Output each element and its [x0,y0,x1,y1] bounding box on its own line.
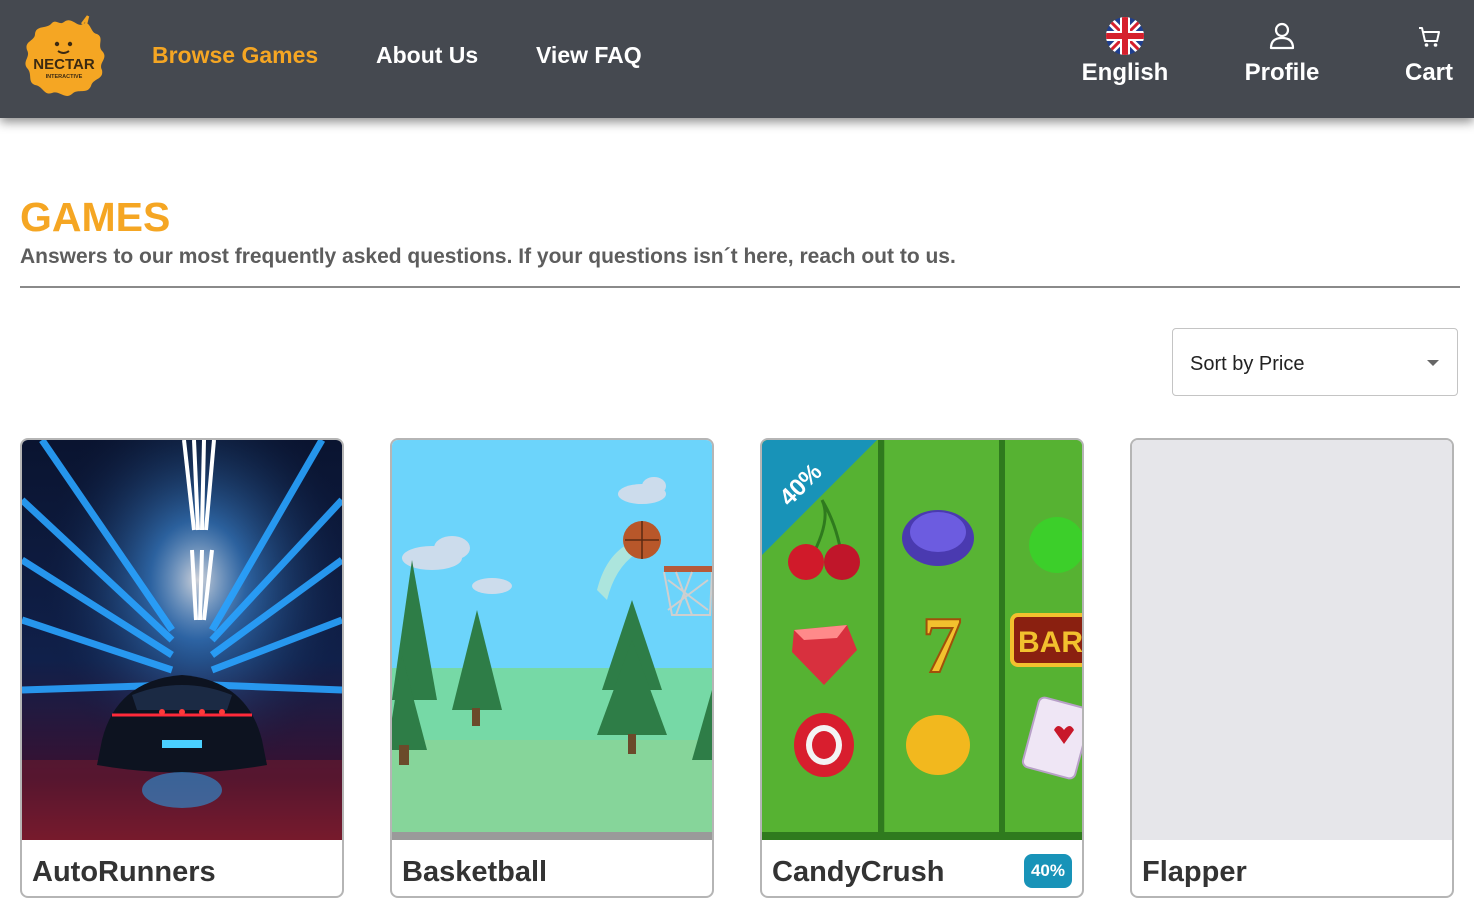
title-divider [20,286,1460,288]
nav-view-faq[interactable]: View FAQ [536,40,642,70]
user-icon [1237,14,1327,56]
game-thumbnail: 7 BAR 40% [762,440,1082,840]
game-thumbnail-placeholder [1132,440,1452,840]
discount-badge: 40% [1023,854,1072,888]
chevron-down-icon [1427,360,1439,366]
nav-browse-games[interactable]: Browse Games [152,40,318,70]
top-navbar: NECTAR INTERACTIVE Browse Games About Us… [0,0,1474,118]
page-subtitle: Answers to our most frequently asked que… [20,245,956,268]
sort-select[interactable]: Sort by Price [1172,328,1458,396]
language-selector[interactable]: English [1079,14,1171,88]
svg-text:BAR: BAR [1018,626,1082,659]
game-name: Basketball [402,856,548,888]
profile-button[interactable]: Profile [1237,14,1327,88]
game-name: AutoRunners [32,856,216,888]
game-card-autorunners[interactable]: AutoRunners [20,438,344,898]
cart-label: Cart [1404,59,1453,86]
game-thumbnail [392,440,712,840]
svg-text:7: 7 [922,602,962,690]
nav-about-us[interactable]: About Us [376,40,478,70]
game-card-basketball[interactable]: Basketball [390,438,714,898]
game-name: CandyCrush [772,856,945,888]
game-name: Flapper [1142,856,1247,888]
uk-flag-icon [1079,14,1171,56]
language-label: English [1081,59,1169,86]
nectar-logo[interactable]: NECTAR INTERACTIVE [22,14,106,100]
page-title: GAMES [20,194,171,240]
profile-label: Profile [1244,59,1320,86]
cart-button[interactable]: Cart [1397,14,1461,88]
sort-select-value: Sort by Price [1190,353,1305,375]
game-card-flapper[interactable]: Flapper [1130,438,1454,898]
game-thumbnail [22,440,342,840]
logo-text: NECTAR [33,56,95,73]
game-card-candycrush[interactable]: 7 BAR 40% CandyCrush 40% [760,438,1084,898]
cart-icon [1397,14,1461,56]
logo-subtext: INTERACTIVE [46,74,83,80]
